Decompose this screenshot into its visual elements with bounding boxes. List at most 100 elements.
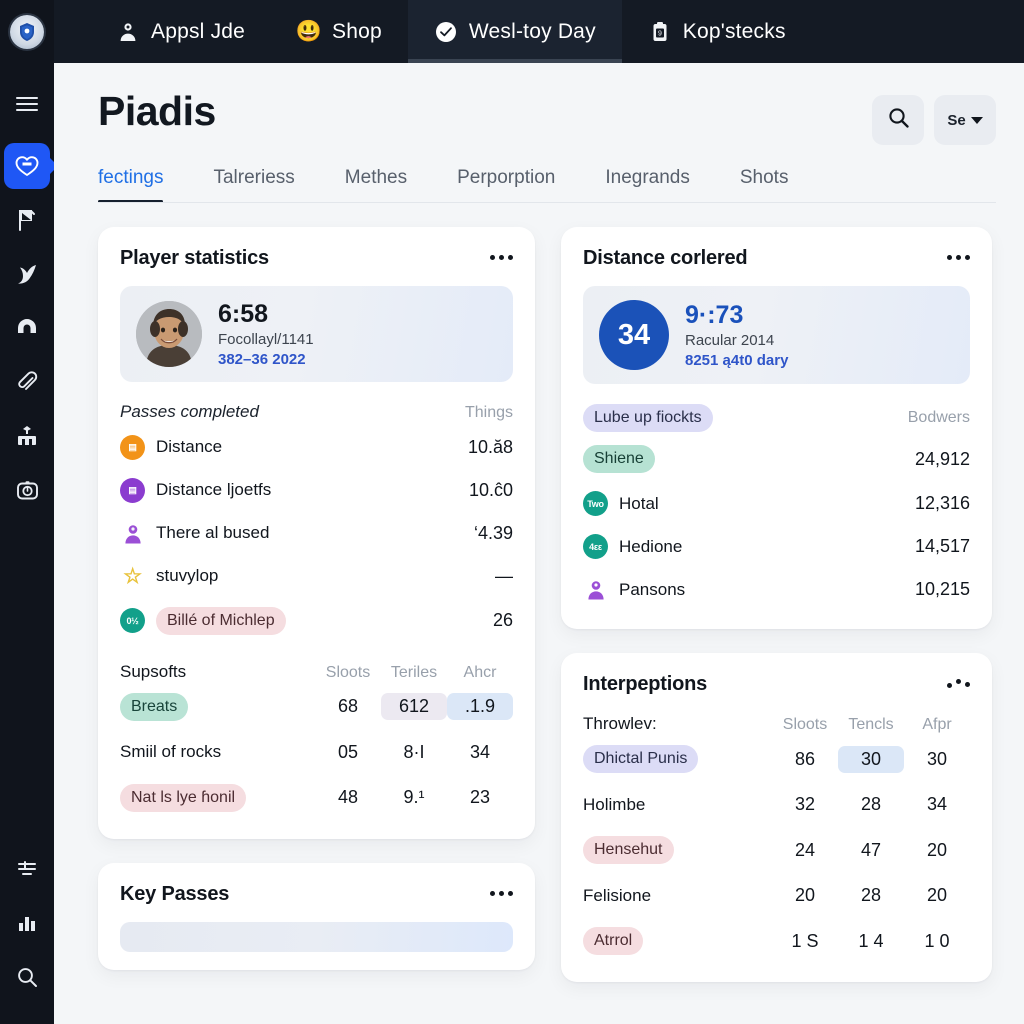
search-button[interactable] — [872, 95, 924, 145]
table-row[interactable]: Holimbe 32 28 34 — [583, 782, 970, 827]
table-cell: 23 — [469, 787, 491, 808]
paperclip-icon — [16, 371, 38, 393]
more-horizontal-icon[interactable] — [947, 247, 970, 260]
table-row[interactable]: Dhictal Punis 86 30 30 — [583, 736, 970, 782]
table-cell: 20 — [926, 885, 948, 905]
table-row-label: Felisione — [583, 885, 652, 905]
topnav-item-kop-stecks[interactable]: 9 Kop'stecks — [622, 0, 812, 63]
table-column-headers: Sloots Tencls Afpr — [772, 716, 970, 734]
list-item-tagged[interactable]: 0½ Billé of Michlep 26 — [120, 598, 513, 644]
left-icon-rail — [0, 63, 54, 1024]
player-hero-text: 6:58 Focollayl/1141 382–36 2022 — [218, 300, 314, 368]
tab-shots[interactable]: Shots — [740, 167, 815, 203]
distance-hero-link[interactable]: 8251 ą4t0 dary — [685, 352, 788, 369]
table-cell: 34 — [469, 741, 491, 762]
distance-corlered-card: Distance corlered 34 9·:73 Racular 2014 … — [561, 227, 992, 629]
tab-perporption[interactable]: Perporption — [457, 167, 581, 203]
tab-fectings[interactable]: fectings — [98, 167, 189, 203]
bar-chart-icon — [16, 913, 38, 933]
topnav-item-wesl-toy-day[interactable]: Wesl-toy Day — [407, 0, 622, 63]
table-row-label: Breats — [120, 692, 189, 721]
header-actions: Se — [872, 89, 996, 145]
player-hero-link[interactable]: 382–36 2022 — [218, 351, 314, 368]
list-item-value: ‘4.39 — [473, 522, 513, 543]
season-select-label: Se — [947, 111, 966, 129]
table-row[interactable]: Breats 68 612 .1.9 — [120, 684, 513, 730]
interpeptions-card: Interpeptions Throwlev: Sloots Tencls Af… — [561, 653, 992, 982]
list-item[interactable]: Pansons 10,215 — [583, 568, 970, 611]
rail-item-hamburger-menu[interactable] — [4, 81, 50, 127]
more-horizontal-icon[interactable] — [947, 673, 970, 688]
tab-label: Methes — [344, 167, 408, 188]
list-item-label: stuvylop — [156, 566, 219, 586]
topnav-item-label: Kop'stecks — [682, 19, 786, 43]
topnav-item-shop[interactable]: 😃 Shop — [271, 0, 408, 63]
rail-item-stopwatch[interactable] — [4, 467, 50, 513]
season-select[interactable]: Se — [934, 95, 996, 145]
table-cell: 28 — [860, 794, 882, 814]
app-body: Piadis Se fectings Talreriess Methes Per… — [0, 63, 1024, 1024]
table-cell: 1 0 — [924, 930, 950, 951]
left-column: Player statistics 6:58 Focollayl/1141 38… — [98, 227, 535, 982]
rail-item-search[interactable] — [4, 954, 50, 1000]
topnav-item-label: Wesl-toy Day — [468, 19, 596, 43]
table-label: Throwlev: — [583, 714, 657, 733]
table-row[interactable]: Nat ls lye ɦonil 48 9.¹ 23 — [120, 775, 513, 821]
key-passes-placeholder-strip — [120, 921, 513, 952]
interpeptions-table-header: Throwlev: Sloots Tencls Afpr — [583, 714, 970, 734]
card-grid: Player statistics 6:58 Focollayl/1141 38… — [98, 227, 996, 982]
rail-item-flag-pin[interactable] — [4, 197, 50, 243]
distance-section-header: Lube up fiockts Bodwers — [583, 404, 970, 432]
table-row[interactable]: Smiil of rocks 05 8·I 34 — [120, 730, 513, 775]
topnav-item-appsl-jde[interactable]: Appsl Jde — [90, 0, 271, 63]
tab-talreriess[interactable]: Talreriess — [213, 167, 320, 203]
svg-text:9: 9 — [658, 31, 662, 38]
table-row[interactable]: Felisione 20 28 20 — [583, 873, 970, 918]
more-horizontal-icon[interactable] — [490, 247, 513, 260]
table-cell: 1 4 — [858, 930, 884, 951]
table-row[interactable]: Atrrol 1 S 1 4 1 0 — [583, 918, 970, 964]
search-icon — [16, 966, 38, 988]
card-header: Player statistics — [120, 247, 513, 270]
search-icon — [887, 106, 910, 134]
list-item[interactable]: ▤ Distance ljoetfs 10.ĉ0 — [120, 469, 513, 512]
list-item-label: Hotal — [619, 493, 659, 513]
list-item-starred[interactable]: ☆ stuvylop — — [120, 555, 513, 598]
list-item-value: 24,912 — [914, 448, 970, 469]
rail-item-heart-shield[interactable] — [4, 143, 50, 189]
list-item[interactable]: There al bused ‘4.39 — [120, 512, 513, 555]
supsofts-table-header: Supsofts Sloots Teriles Ahcr — [120, 662, 513, 682]
column-header: Ahcr — [463, 663, 497, 681]
list-item-badge-icon: ▤ — [120, 434, 145, 460]
star-icon: ☆ — [123, 564, 142, 588]
list-item[interactable]: ▤ Distance 10.ă8 — [120, 426, 513, 469]
tab-label: Shots — [739, 167, 789, 188]
brand-logo[interactable] — [0, 0, 54, 63]
more-horizontal-icon[interactable] — [490, 883, 513, 896]
rail-item-bird-swoosh[interactable] — [4, 251, 50, 297]
rail-item-bar-chart[interactable] — [4, 900, 50, 946]
passes-section-label: Passes completed — [120, 401, 259, 421]
heart-shield-icon — [14, 154, 40, 178]
tab-inegrands[interactable]: Inegrands — [605, 167, 716, 203]
magnet-icon — [15, 317, 39, 339]
list-item[interactable]: Two Hotal 12,316 — [583, 482, 970, 525]
distance-section-label: Lube up fiockts — [583, 404, 713, 432]
column-header: Afpr — [922, 716, 952, 733]
table-cell: 8·I — [403, 741, 425, 762]
tab-label: fectings — [98, 167, 164, 188]
table-row[interactable]: Hensehut 24 47 20 — [583, 827, 970, 873]
rail-item-magnet[interactable] — [4, 305, 50, 351]
list-item[interactable]: 4εε Hedione 14,517 — [583, 525, 970, 568]
table-cell: 9.¹ — [403, 787, 425, 808]
list-item-badge-icon: 4εε — [583, 534, 608, 559]
rail-item-podium[interactable] — [4, 413, 50, 459]
table-label: Supsofts — [120, 661, 187, 681]
card-title: Player statistics — [120, 247, 269, 269]
list-item[interactable]: Shiene 24,912 — [583, 436, 970, 482]
rail-item-paperclip[interactable] — [4, 359, 50, 405]
tab-methes[interactable]: Methes — [345, 167, 433, 203]
rail-item-filter-lines[interactable] — [4, 846, 50, 892]
table-row-label: Dhictal Punis — [583, 745, 699, 773]
table-row-label: Nat ls lye ɦonil — [120, 783, 247, 812]
